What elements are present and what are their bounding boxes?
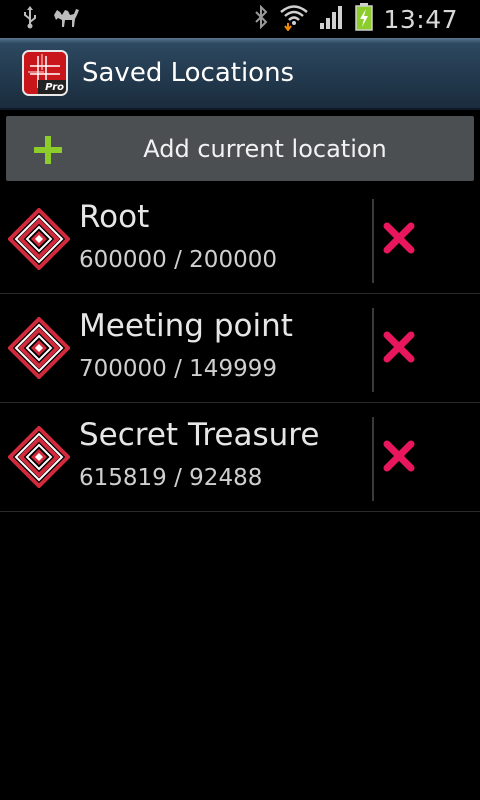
plus-icon [34, 136, 62, 164]
add-current-location-label: Add current location [143, 134, 387, 163]
battery-charging-icon [355, 3, 374, 35]
bluetooth-icon [253, 4, 269, 33]
app-icon-badge: Pro [45, 82, 64, 93]
location-name: Meeting point [79, 308, 293, 344]
location-name: Secret Treasure [79, 417, 320, 453]
delete-location-button[interactable] [382, 439, 416, 473]
location-list: Root 600000 / 200000 Meeting point 70000… [0, 185, 480, 512]
close-icon [383, 440, 415, 472]
camel-icon [52, 5, 80, 33]
close-icon [383, 331, 415, 363]
status-bar: 13:47 [0, 0, 480, 38]
location-marker-icon [7, 207, 71, 271]
action-bar: Pro Saved Locations [0, 38, 480, 110]
divider [372, 417, 374, 501]
location-coords: 615819 / 92488 [79, 465, 263, 491]
list-item[interactable]: Secret Treasure 615819 / 92488 [0, 403, 480, 512]
delete-location-button[interactable] [382, 330, 416, 364]
compass-grid-pro-icon: Pro [22, 50, 68, 96]
signal-icon [319, 4, 345, 34]
clock: 13:47 [383, 4, 458, 34]
close-icon [383, 222, 415, 254]
list-item[interactable]: Meeting point 700000 / 149999 [0, 294, 480, 403]
location-coords: 700000 / 149999 [79, 356, 277, 382]
wifi-icon [279, 3, 309, 35]
usb-icon [22, 5, 38, 33]
divider [372, 199, 374, 283]
delete-location-button[interactable] [382, 221, 416, 255]
location-coords: 600000 / 200000 [79, 247, 277, 273]
divider [372, 308, 374, 392]
location-marker-icon [7, 425, 71, 489]
add-current-location-button[interactable]: Add current location [6, 116, 474, 181]
list-item[interactable]: Root 600000 / 200000 [0, 185, 480, 294]
page-title: Saved Locations [82, 58, 295, 88]
location-name: Root [79, 199, 150, 235]
location-marker-icon [7, 316, 71, 380]
